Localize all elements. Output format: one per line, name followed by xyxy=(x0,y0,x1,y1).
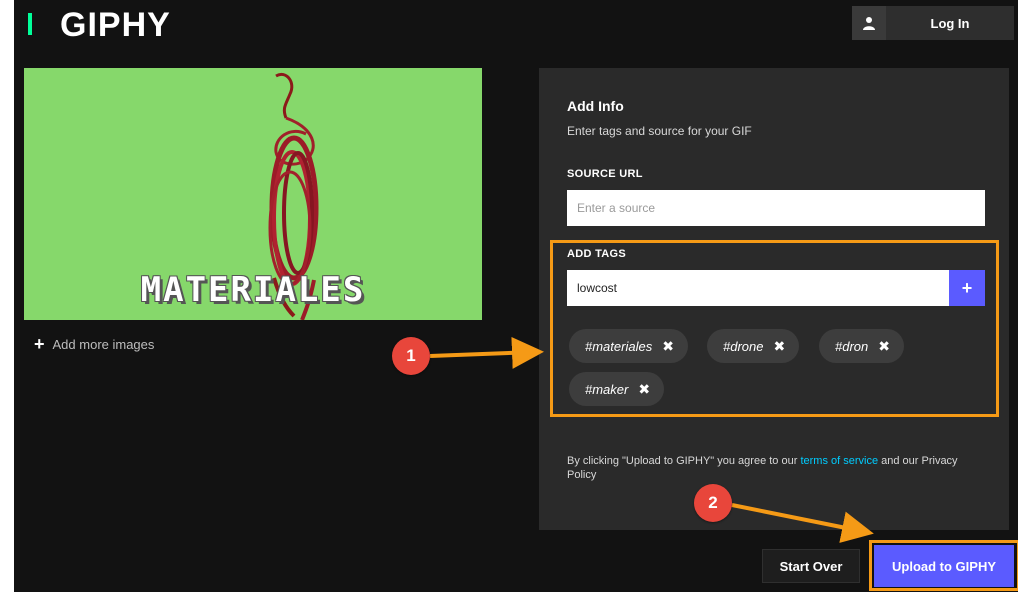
arrow-1 xyxy=(429,336,544,369)
upload-highlight-box xyxy=(869,540,1018,591)
giphy-upload-page: GIPHY Log In MATERIALES + Add more image… xyxy=(14,0,1018,592)
start-over-button[interactable]: Start Over xyxy=(762,549,860,583)
tags-highlight-box xyxy=(550,240,999,417)
giphy-logo[interactable]: GIPHY xyxy=(60,6,171,45)
panel-subtitle: Enter tags and source for your GIF xyxy=(567,124,752,138)
add-more-label: Add more images xyxy=(52,336,155,352)
login-button[interactable]: Log In xyxy=(886,6,1014,40)
logo-bar xyxy=(28,13,32,35)
user-icon-button[interactable] xyxy=(852,6,886,40)
legal-text: By clicking "Upload to GIPHY" you agree … xyxy=(567,454,977,482)
source-url-input[interactable] xyxy=(567,190,985,226)
legal-prefix: By clicking "Upload to GIPHY" you agree … xyxy=(567,455,801,467)
source-url-label: SOURCE URL xyxy=(567,168,643,180)
gif-preview: MATERIALES xyxy=(24,68,482,320)
terms-of-service-link[interactable]: terms of service xyxy=(800,455,878,467)
panel-title: Add Info xyxy=(567,98,624,114)
add-more-images-button[interactable]: + Add more images xyxy=(34,335,154,353)
user-icon xyxy=(863,17,875,30)
step-1-badge: 1 xyxy=(392,337,430,375)
step-2-badge: 2 xyxy=(694,484,732,522)
plus-icon: + xyxy=(34,334,45,354)
preview-overlay-text: MATERIALES xyxy=(140,270,366,310)
